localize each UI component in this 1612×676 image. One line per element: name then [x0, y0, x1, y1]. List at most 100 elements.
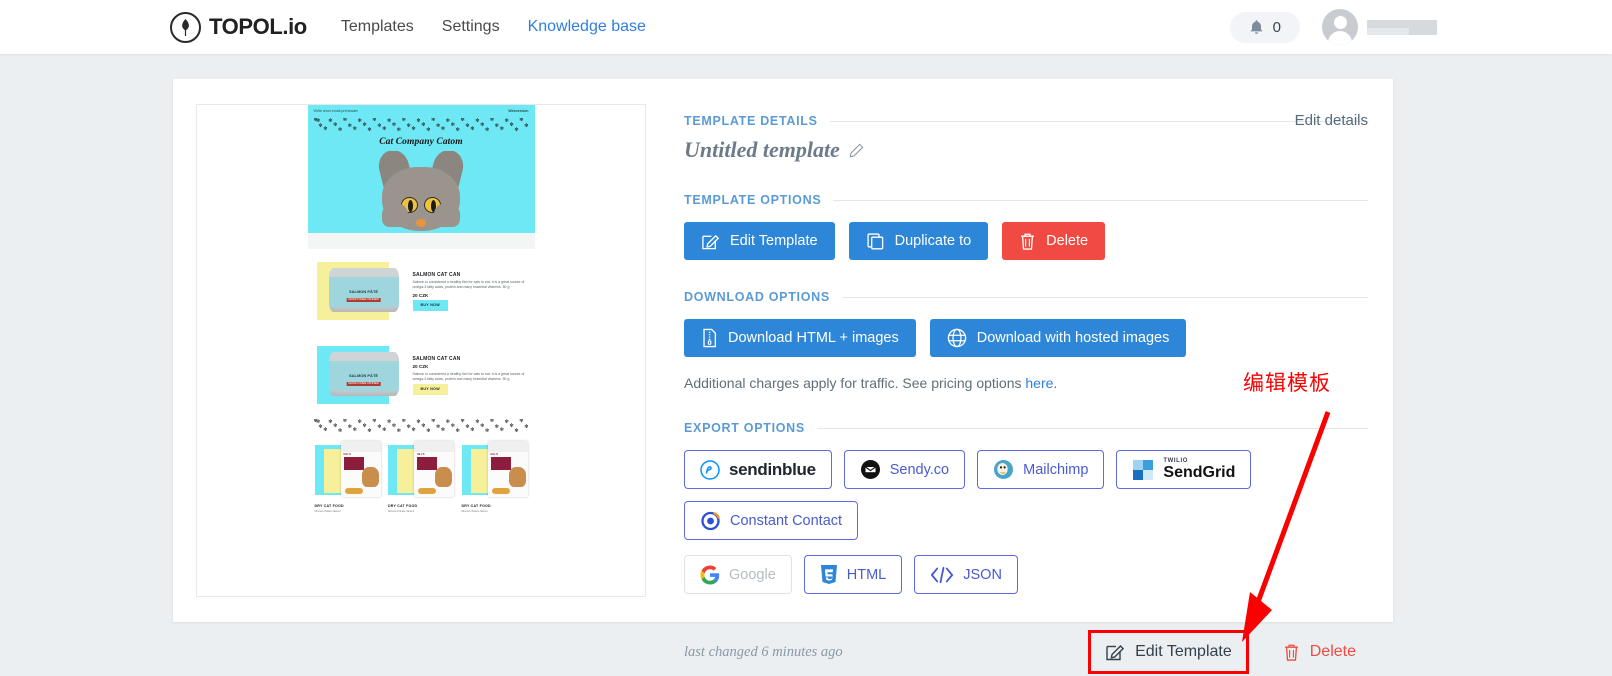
hint-text: Additional charges apply for traffic. Se…: [684, 375, 1026, 391]
constant-contact-icon: [700, 510, 721, 531]
export-label: HTML: [846, 566, 887, 583]
pencil-icon[interactable]: [849, 143, 864, 158]
username-redacted: [1367, 19, 1437, 35]
copy-icon: [866, 232, 885, 251]
can-label: SALMON PÂTÉ: [348, 373, 379, 379]
can-label: SALMON PÂTÉ: [348, 289, 379, 295]
export-mailchimp-button[interactable]: Mailchimp: [977, 450, 1105, 489]
template-preview-frame[interactable]: Write short email preheader Webversion ✻…: [196, 104, 646, 597]
product-price: 20 CZK: [412, 364, 429, 370]
user-menu[interactable]: [1322, 9, 1437, 45]
section-download-options: DOWNLOAD OPTIONS: [684, 290, 1368, 304]
nav-item-templates[interactable]: Templates: [341, 18, 414, 36]
divider: [833, 199, 1368, 201]
sendy-icon: [860, 459, 881, 480]
footer-edit-template-button[interactable]: Edit Template: [1088, 630, 1249, 674]
section-template-options: TEMPLATE OPTIONS: [684, 193, 1368, 207]
edit-template-button[interactable]: Edit Template: [684, 222, 835, 260]
footer-actions: Edit Template Delete: [1088, 630, 1368, 674]
globe-icon: [947, 328, 967, 348]
sendinblue-icon: [700, 459, 720, 480]
product-description: Salmon is considered a healthy fish for …: [412, 280, 525, 290]
edit-details-link[interactable]: Edit details: [1295, 112, 1368, 129]
section-template-details: TEMPLATE DETAILS: [684, 114, 1368, 128]
export-html-button[interactable]: HTML: [803, 555, 903, 594]
pricing-link[interactable]: here: [1025, 375, 1053, 391]
can-sublabel: GRAIN FREE DINNER: [346, 381, 381, 387]
pencil-square-icon: [701, 232, 720, 251]
code-brackets-icon: [930, 566, 954, 584]
paw-print-border-bottom: ✻ ✻ ✻ ✻ ✻ ✻ ✻ ✻ ✻ ✻ ✻ ✻ ✻ ✻ ✻ ✻ ✻ ✻ ✻ ✻ ✻ ✻ ✻ ✻ ✻ ✻ ✻ ✻ ✻ ✻ ✻ ✻ ✻ ✻ ✻ ✻ ✻ ✻ ✻ ✻…: [313, 419, 529, 434]
export-sendy-button[interactable]: Sendy.co: [843, 450, 966, 489]
product-image: SALMON PÂTÉ GRAIN FREE DINNER: [315, 342, 407, 408]
divider: [829, 120, 1368, 122]
brand-logo[interactable]: TOPOL.io: [170, 11, 307, 43]
section-title: TEMPLATE DETAILS: [684, 114, 818, 128]
download-hosted-images-button[interactable]: Download with hosted images: [929, 319, 1187, 357]
download-html-images-button[interactable]: Download HTML + images: [684, 319, 916, 357]
divider: [841, 296, 1368, 298]
trash-icon: [1019, 232, 1036, 251]
button-label: Duplicate to: [894, 233, 972, 249]
sendgrid-icon: [1132, 459, 1154, 481]
product-buy-button: BUY NOW: [412, 300, 448, 311]
email-product-row: SALMON PÂTÉ GRAIN FREE DINNER SALMON CAT…: [307, 249, 535, 334]
notifications-button[interactable]: 0: [1229, 11, 1300, 43]
card-footer: last changed 6 minutes ago Edit Template: [684, 630, 1368, 674]
nav-item-settings[interactable]: Settings: [442, 18, 500, 36]
can-sublabel: GRAIN FREE DINNER: [346, 297, 381, 303]
button-label: Delete: [1309, 643, 1356, 660]
delete-button[interactable]: Delete: [1002, 222, 1106, 260]
template-preview-pane: Write short email preheader Webversion ✻…: [173, 79, 673, 622]
nav-item-knowledge-base[interactable]: Knowledge base: [528, 18, 646, 36]
export-sendgrid-button[interactable]: TWILIO SendGrid: [1116, 450, 1252, 489]
hint-tail: .: [1053, 375, 1058, 391]
email-dry-food-row: HILL'S DRY CAT FOOD Minced chicken flavo…: [308, 433, 535, 516]
dry-food-caption: DRY CAT FOOD: [461, 504, 491, 509]
topol-leaf-logo-icon: [170, 11, 201, 43]
dry-food-sub: Minced chicken flavour: [461, 509, 488, 513]
export-sendinblue-button[interactable]: sendinblue: [684, 450, 832, 489]
cat-hero-image: [307, 151, 535, 250]
pricing-hint: Additional charges apply for traffic. Se…: [684, 375, 1368, 391]
trash-icon: [1283, 643, 1300, 662]
export-label: sendinblue: [729, 459, 816, 479]
main-nav: Templates Settings Knowledge base: [341, 18, 646, 36]
download-options-buttons: Download HTML + images Download with hos…: [684, 319, 1368, 357]
divider: [816, 427, 1368, 429]
export-label: Sendy.co: [889, 461, 950, 478]
product-image: SALMON PÂTÉ GRAIN FREE DINNER: [315, 258, 407, 324]
export-json-button[interactable]: JSON: [914, 555, 1018, 594]
footer-delete-button[interactable]: Delete: [1271, 634, 1368, 671]
dry-food-caption: DRY CAT FOOD: [388, 504, 418, 509]
product-price: 20 CZK: [412, 292, 429, 298]
brand-name: TOPOL.io: [209, 14, 307, 39]
button-label: Download HTML + images: [728, 330, 899, 346]
export-google-button[interactable]: Google: [684, 555, 792, 594]
button-label: Delete: [1046, 233, 1089, 249]
section-export-options: EXPORT OPTIONS: [684, 421, 1368, 435]
product-buy-button: BUY NOW: [412, 384, 448, 395]
app-header: TOPOL.io Templates Settings Knowledge ba…: [0, 0, 1612, 54]
pencil-square-icon: [1105, 642, 1125, 662]
product-name: SALMON CAT CAN: [412, 355, 461, 362]
export-constant-contact-button[interactable]: Constant Contact: [684, 501, 859, 540]
button-label: Edit Template: [1135, 643, 1232, 660]
dry-food-item: HILL'S DRY CAT FOOD Minced chicken flavo…: [461, 439, 528, 513]
section-title: DOWNLOAD OPTIONS: [684, 290, 830, 304]
export-label: JSON: [963, 566, 1002, 583]
template-name-row: Untitled template: [684, 137, 1368, 163]
last-changed-label: last changed 6 minutes ago: [684, 643, 843, 660]
section-title: TEMPLATE OPTIONS: [684, 193, 822, 207]
email-webversion-link: Webversion: [508, 109, 529, 113]
duplicate-to-button[interactable]: Duplicate to: [848, 222, 989, 260]
email-preheader-text: Write short email preheader: [313, 109, 358, 113]
dry-food-sub: Minced chicken flavour: [314, 509, 341, 513]
button-label: Edit Template: [730, 233, 818, 249]
export-label: Mailchimp: [1023, 461, 1089, 478]
product-name: SALMON CAT CAN: [412, 271, 461, 278]
export-label: SendGrid: [1163, 463, 1236, 481]
bell-icon: [1249, 19, 1264, 36]
export-label: Google: [729, 566, 776, 583]
page-title: Untitled template: [684, 137, 840, 162]
